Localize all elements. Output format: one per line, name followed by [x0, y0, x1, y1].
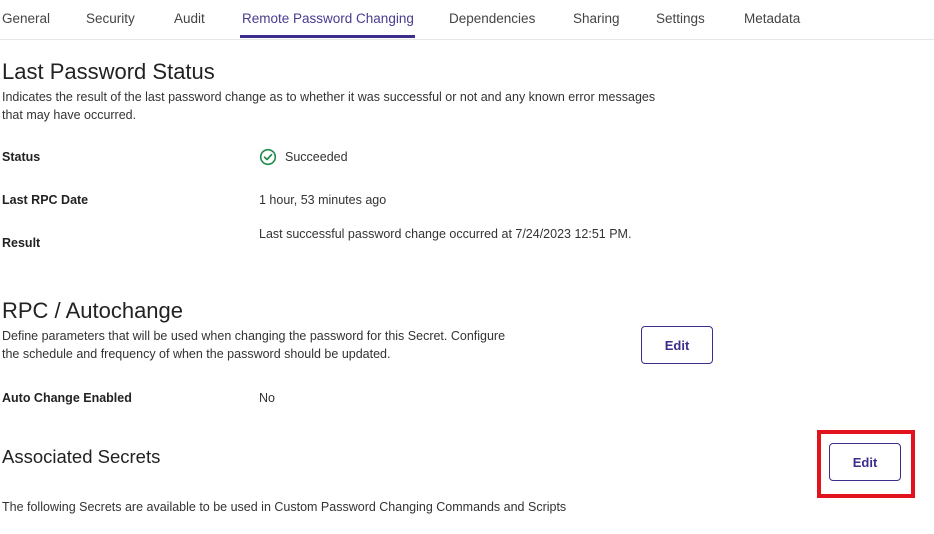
- rpc-autochange-description-line2: the schedule and frequency of when the p…: [2, 347, 391, 361]
- associated-secrets-description: The following Secrets are available to b…: [2, 500, 567, 514]
- tab-dependencies[interactable]: Dependencies: [449, 11, 535, 26]
- rpc-autochange-description-line1: Define parameters that will be used when…: [2, 329, 506, 343]
- status-label: Status: [2, 150, 41, 164]
- status-value: Succeeded: [259, 148, 348, 166]
- tab-bar: General Security Audit Remote Password C…: [0, 0, 934, 40]
- result-label: Result: [2, 236, 41, 250]
- tab-settings[interactable]: Settings: [656, 11, 705, 26]
- tab-security[interactable]: Security: [86, 11, 135, 26]
- rpc-autochange-title: RPC / Autochange: [2, 298, 184, 323]
- tab-metadata[interactable]: Metadata: [744, 11, 800, 26]
- tab-audit[interactable]: Audit: [174, 11, 205, 26]
- check-circle-icon: [259, 148, 277, 166]
- last-rpc-date-value: 1 hour, 53 minutes ago: [259, 193, 387, 207]
- last-rpc-date-label: Last RPC Date: [2, 193, 89, 207]
- tab-remote-password-changing[interactable]: Remote Password Changing: [242, 11, 414, 26]
- last-password-status-description-line2: that may have occurred.: [2, 108, 137, 122]
- auto-change-enabled-label: Auto Change Enabled: [2, 391, 132, 405]
- last-password-status-description-line1: Indicates the result of the last passwor…: [2, 90, 656, 104]
- result-value: Last successful password change occurred…: [259, 227, 632, 241]
- rpc-page: General Security Audit Remote Password C…: [0, 0, 934, 534]
- active-tab-indicator: [240, 35, 415, 38]
- rpc-edit-button[interactable]: Edit: [641, 326, 713, 364]
- associated-secrets-title: Associated Secrets: [2, 446, 161, 467]
- last-password-status-title: Last Password Status: [2, 59, 215, 84]
- tab-sharing[interactable]: Sharing: [573, 11, 620, 26]
- status-text: Succeeded: [285, 150, 348, 164]
- tab-general[interactable]: General: [2, 11, 50, 26]
- associated-secrets-edit-button[interactable]: Edit: [829, 443, 901, 481]
- auto-change-enabled-value: No: [259, 391, 275, 405]
